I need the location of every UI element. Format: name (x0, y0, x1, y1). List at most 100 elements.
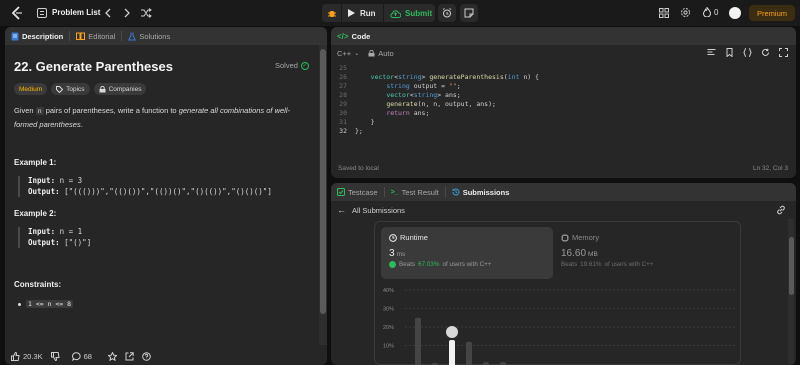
runtime-unit: ms (396, 251, 406, 258)
scrollbar[interactable] (788, 219, 794, 364)
companies-badge[interactable]: Companies (93, 83, 147, 95)
y-tick-label: 10% (383, 344, 394, 350)
example-2-input: Input: n = 1 (28, 227, 91, 238)
cloud-upload-icon (390, 9, 401, 18)
gear-icon[interactable] (680, 7, 691, 18)
chevron-down-icon: ⌄ (354, 50, 360, 57)
star-icon[interactable] (107, 351, 117, 361)
language-select[interactable]: C++ ⌄ (337, 49, 359, 58)
example-1-input: Input: n = 3 (28, 176, 272, 187)
statement-text: . (80, 120, 83, 129)
line-number: 30 (339, 109, 347, 117)
chevron-right-icon[interactable] (122, 7, 132, 19)
scrollbar[interactable] (319, 45, 327, 345)
input-label: Input: (28, 227, 56, 236)
avatar[interactable] (729, 7, 741, 19)
autosave-mode[interactable]: Auto (368, 49, 394, 58)
difficulty-badge[interactable]: Medium (14, 83, 48, 95)
tab-editorial[interactable]: Editorial (70, 27, 121, 45)
daily-streak[interactable]: 0 (703, 7, 718, 17)
expand-icon[interactable] (779, 48, 788, 57)
runtime-box[interactable]: Runtime 3 ms Beats 67.03% of users with C… (381, 227, 553, 279)
notes-button[interactable] (460, 4, 478, 22)
memory-beats-percent: 19.61% (580, 261, 602, 268)
check-circle-icon: ✓ (300, 61, 309, 70)
tab-test-result[interactable]: >_ Test Result (385, 183, 445, 201)
tab-description[interactable]: Description (5, 27, 69, 45)
back-arrow-icon[interactable]: ← (337, 205, 346, 215)
leetcode-logo-icon[interactable] (11, 6, 23, 20)
tab-description-label: Description (22, 31, 64, 41)
scrollbar-thumb[interactable] (788, 237, 794, 295)
example-2-box: Input: n = 1 Output: ["()"] (18, 227, 91, 248)
tab-submissions[interactable]: Submissions (446, 183, 516, 201)
input-label: Input: (28, 176, 56, 185)
reset-icon[interactable] (761, 48, 770, 57)
topics-badge[interactable]: Topics (51, 83, 90, 95)
tab-code-label: Code (351, 31, 371, 41)
distribution-bar-current[interactable] (449, 339, 455, 365)
example-1-heading: Example 1: (14, 158, 57, 167)
lock-icon (368, 49, 375, 56)
code-line: 32}; (331, 127, 796, 136)
solved-label: Solved (275, 61, 298, 70)
solved-status: Solved ✓ (275, 61, 309, 70)
comments-button[interactable]: 68 (71, 351, 92, 361)
share-icon[interactable] (125, 351, 134, 361)
statement-text: Given (14, 106, 36, 115)
code-line: 25 (331, 64, 796, 73)
code-editor[interactable]: 25 26 vector<string> generateParenthesis… (331, 64, 796, 136)
run-button[interactable]: Run (342, 4, 383, 22)
distribution-bar[interactable] (466, 341, 472, 365)
link-icon[interactable] (776, 205, 786, 215)
memory-box[interactable]: Memory 16.60 MB Beats 19.61% of users wit… (561, 227, 733, 279)
line-number: 26 (339, 73, 347, 81)
shuffle-icon[interactable] (140, 7, 152, 19)
thumbs-down-icon[interactable] (50, 351, 60, 361)
comment-count: 68 (83, 351, 92, 361)
timer-button[interactable] (438, 4, 456, 22)
problem-list-link[interactable]: Problem List (52, 8, 100, 17)
problem-list-icon[interactable] (37, 8, 47, 18)
braces-icon[interactable] (743, 48, 752, 57)
line-number: 25 (339, 64, 347, 72)
statement-text: pairs of parentheses, write a function t… (43, 106, 179, 115)
all-submissions-link[interactable]: All Submissions (352, 206, 405, 215)
line-text: vector<string> generateParenthesis(int n… (370, 73, 539, 81)
premium-button[interactable]: Premium (749, 5, 795, 21)
bullet (18, 302, 21, 306)
runtime-value: 3 ms (389, 248, 545, 259)
tag-icon (56, 85, 64, 93)
debug-button[interactable] (322, 4, 341, 22)
line-text: generate(n, n, output, ans); (386, 100, 496, 108)
submit-button[interactable]: Submit (384, 4, 435, 22)
tab-testcase[interactable]: Testcase (331, 183, 384, 201)
line-number: 32 (339, 127, 347, 135)
tab-testcase-label: Testcase (348, 187, 378, 197)
layout-icon[interactable] (659, 8, 669, 18)
output-label: Output: (28, 237, 60, 247)
tab-code[interactable]: </> Code (331, 27, 376, 45)
code-line: 30 return ans; (331, 109, 796, 118)
bookmark-icon[interactable] (725, 48, 734, 58)
line-text: }; (355, 127, 363, 135)
runtime-number: 3 (389, 248, 395, 259)
line-number: 27 (339, 82, 347, 90)
result-tabs: Testcase >_ Test Result Submissions (331, 183, 796, 201)
help-icon[interactable] (142, 351, 151, 361)
tab-solutions[interactable]: Solutions (122, 27, 176, 45)
constraint-item: 1 <= n <= 8 (18, 300, 74, 308)
code-header: </> Code (331, 27, 796, 45)
chevron-left-icon[interactable] (103, 7, 113, 19)
lock-icon (99, 85, 106, 92)
format-icon[interactable] (707, 48, 716, 57)
tab-test-result-label: Test Result (401, 187, 439, 197)
like-button[interactable]: 20.3K (11, 351, 43, 361)
line-text: } (355, 118, 375, 126)
scrollbar-thumb[interactable] (320, 49, 326, 314)
distribution-bar[interactable] (415, 317, 421, 365)
cursor-position: Ln 32, Col 3 (752, 165, 788, 172)
like-count: 20.3K (23, 351, 43, 361)
result-panel: Testcase >_ Test Result Submissions ← Al… (331, 183, 796, 365)
output-label: Output: (28, 186, 60, 196)
